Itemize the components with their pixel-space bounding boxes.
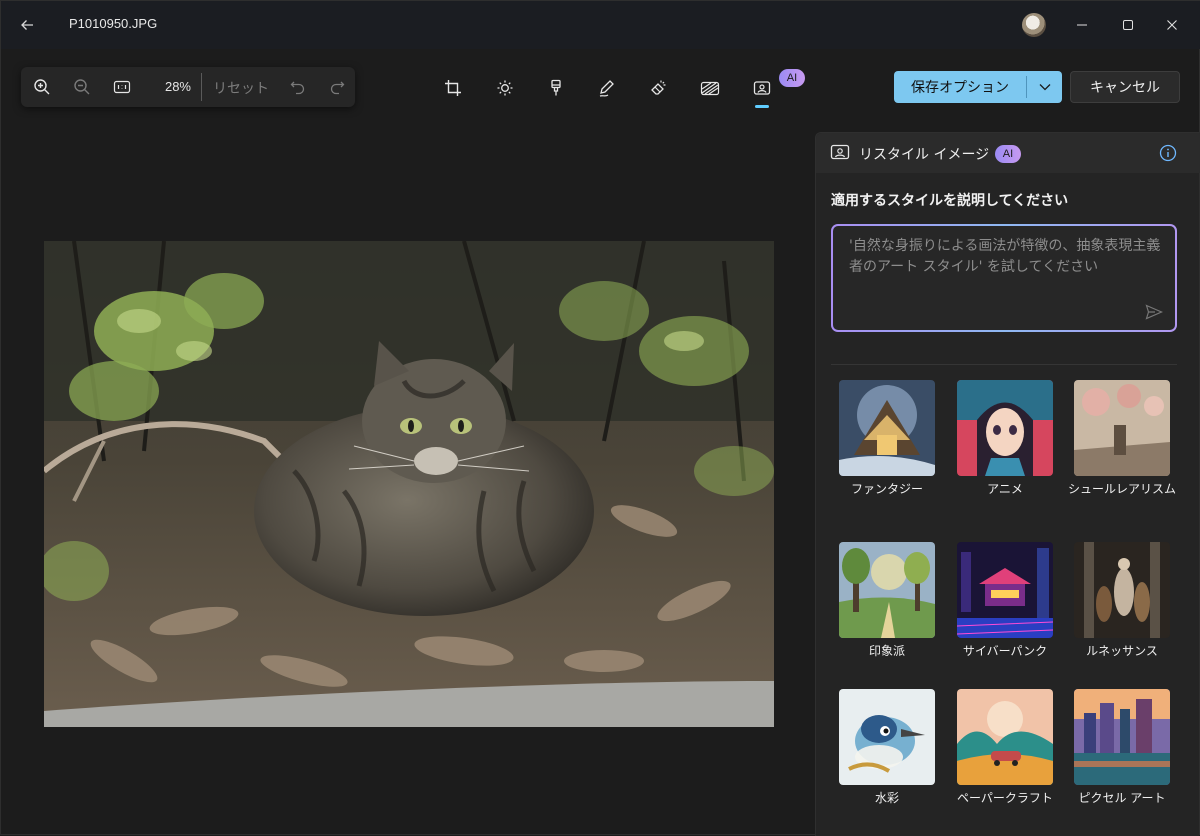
actual-size-button[interactable]: [107, 73, 137, 101]
restyle-tool-button[interactable]: [748, 74, 776, 102]
style-label: アニメ: [987, 482, 1023, 496]
style-label: 印象派: [868, 644, 905, 658]
style-card-impressionism[interactable]: 印象派: [839, 542, 935, 658]
actual-size-icon: [113, 80, 131, 94]
papercraft-thumbnail: [957, 689, 1053, 785]
save-options-dropdown[interactable]: [1027, 71, 1062, 103]
save-options-split-button: 保存オプション: [894, 71, 1062, 103]
background-tool-button[interactable]: [696, 74, 724, 102]
reset-button[interactable]: リセット: [213, 78, 269, 98]
info-icon[interactable]: [1159, 144, 1177, 162]
crop-icon: [445, 80, 461, 96]
crop-tool-button[interactable]: [439, 74, 467, 102]
style-card-watercolor[interactable]: 水彩: [839, 689, 935, 805]
photos-app-window: P1010950.JPG 28% リセット AI 保存オプション キャンセル リ…: [0, 0, 1200, 836]
background-icon: [700, 81, 720, 96]
markup-pen-icon: [599, 80, 614, 97]
file-name: P1010950.JPG: [69, 16, 158, 31]
maximize-button[interactable]: [1113, 11, 1143, 39]
zoom-out-icon: [74, 79, 90, 95]
undo-icon: [290, 81, 305, 95]
retouch-brush-icon: [551, 79, 561, 96]
style-label: ファンタジー: [850, 482, 923, 496]
minimize-icon: [1077, 24, 1087, 26]
zoom-toolbar: 28% リセット: [21, 67, 355, 107]
cyberpunk-thumbnail: [957, 542, 1053, 638]
prompt-input-field[interactable]: '自然な身振りによる画法が特徴の、抽象表現主義者のアート スタイル' を試してく…: [833, 226, 1175, 330]
style-label: ピクセル アート: [1078, 791, 1166, 805]
style-card-surrealism[interactable]: シュールレアリスム: [1068, 380, 1176, 496]
restyle-image-icon: [753, 81, 771, 95]
minimize-button[interactable]: [1067, 11, 1097, 39]
renaissance-thumbnail: [1074, 542, 1170, 638]
pixel-art-thumbnail: [1074, 689, 1170, 785]
brightness-icon: [497, 80, 513, 96]
title-bar: P1010950.JPG: [1, 1, 1200, 49]
retouch-tool-button[interactable]: [542, 74, 570, 102]
style-card-pixel-art[interactable]: ピクセル アート: [1074, 689, 1170, 805]
photo-canvas[interactable]: [44, 241, 774, 727]
panel-header: リスタイル イメージ AI: [816, 133, 1200, 173]
active-tool-indicator: [755, 105, 769, 108]
prompt-label: 適用するスタイルを説明してください: [831, 193, 1069, 209]
markup-tool-button[interactable]: [593, 74, 621, 102]
zoom-in-icon: [34, 79, 50, 95]
style-label: サイバーパンク: [962, 644, 1048, 658]
style-label: シュールレアリスム: [1067, 482, 1176, 496]
erase-tool-button[interactable]: [644, 74, 672, 102]
watercolor-thumbnail: [839, 689, 935, 785]
style-label: ペーパークラフト: [957, 791, 1053, 805]
ai-badge: AI: [995, 145, 1021, 163]
fantasy-thumbnail: [839, 380, 935, 476]
zoom-out-button[interactable]: [67, 73, 97, 101]
erase-icon: [651, 80, 666, 95]
zoom-level[interactable]: 28%: [161, 79, 191, 94]
zoom-in-button[interactable]: [27, 73, 57, 101]
style-card-cyberpunk[interactable]: サイバーパンク: [957, 542, 1053, 658]
prompt-input[interactable]: '自然な身振りによる画法が特徴の、抽象表現主義者のアート スタイル' を試してく…: [831, 224, 1177, 332]
back-button[interactable]: [13, 11, 41, 39]
style-label: ルネッサンス: [1086, 644, 1158, 658]
maximize-icon: [1123, 20, 1133, 30]
prompt-placeholder: '自然な身振りによる画法が特徴の、抽象表現主義者のアート スタイル' を試してく…: [849, 238, 1161, 275]
cat-photo: [44, 241, 774, 727]
undo-button[interactable]: [283, 73, 313, 101]
redo-button[interactable]: [322, 73, 352, 101]
adjust-tool-button[interactable]: [491, 74, 519, 102]
style-card-renaissance[interactable]: ルネッサンス: [1074, 542, 1170, 658]
arrow-left-icon: [21, 20, 33, 30]
send-icon[interactable]: [1145, 304, 1163, 320]
panel-divider: [831, 364, 1177, 365]
style-card-fantasy[interactable]: ファンタジー: [839, 380, 935, 496]
restyle-image-icon: [830, 144, 850, 160]
cancel-button[interactable]: キャンセル: [1070, 71, 1180, 103]
surrealism-thumbnail: [1074, 380, 1170, 476]
impressionism-thumbnail: [839, 542, 935, 638]
close-icon: [1167, 20, 1177, 30]
restyle-panel: リスタイル イメージ AI 適用するスタイルを説明してください '自然な身振りに…: [815, 132, 1200, 836]
toolbar-divider: [201, 73, 202, 101]
anime-thumbnail: [957, 380, 1053, 476]
redo-icon: [330, 81, 345, 95]
style-label: 水彩: [874, 791, 899, 805]
style-card-papercraft[interactable]: ペーパークラフト: [957, 689, 1053, 805]
style-card-anime[interactable]: アニメ: [957, 380, 1053, 496]
ai-badge: AI: [779, 69, 805, 87]
save-options-button[interactable]: 保存オプション: [894, 71, 1026, 103]
account-avatar[interactable]: [1022, 13, 1046, 37]
chevron-down-icon: [1039, 84, 1050, 91]
close-button[interactable]: [1157, 11, 1187, 39]
panel-title: リスタイル イメージ: [859, 147, 990, 163]
